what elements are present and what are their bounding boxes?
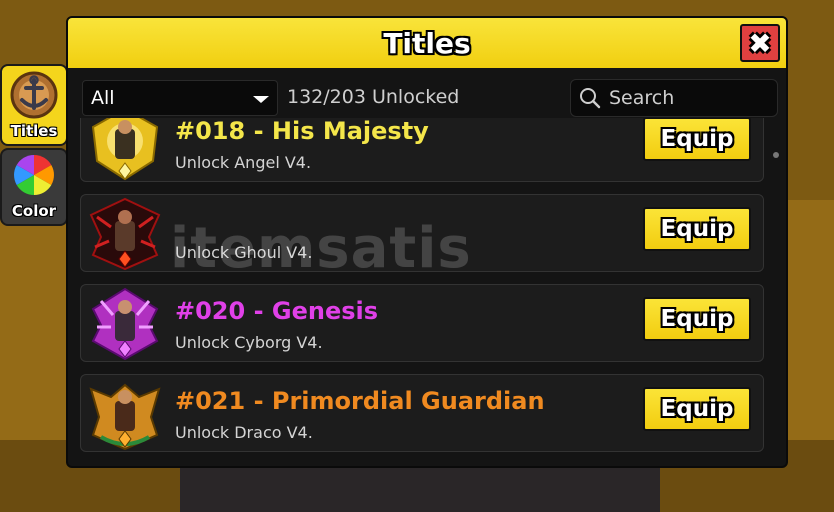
title-description: Unlock Draco V4. <box>175 423 313 442</box>
title-description: Unlock Ghoul V4. <box>175 243 313 262</box>
title-row: #021 - Primordial Guardian Unlock Draco … <box>80 374 764 452</box>
title-description: Unlock Angel V4. <box>175 153 312 172</box>
anchor-emblem-icon <box>10 71 58 119</box>
window-title: Titles <box>383 26 471 60</box>
search-placeholder: Search <box>609 87 675 109</box>
title-name: #021 - Primordial Guardian <box>175 387 545 415</box>
search-input[interactable]: Search <box>570 79 778 117</box>
titles-list[interactable]: #018 - His Majesty Unlock Angel V4. Equi… <box>80 118 766 458</box>
filter-value: All <box>91 87 115 109</box>
scrollbar[interactable] <box>773 152 779 158</box>
chevron-down-icon <box>253 96 269 103</box>
close-icon: ✖ <box>748 26 772 60</box>
equip-button[interactable]: Equip <box>643 118 751 161</box>
side-tab-label: Color <box>11 202 57 220</box>
filter-dropdown[interactable]: All <box>82 80 278 116</box>
side-tab-color[interactable]: Color <box>0 148 68 226</box>
close-button[interactable]: ✖ <box>740 24 780 62</box>
red-ghoul-emblem-icon <box>89 197 161 271</box>
equip-button[interactable]: Equip <box>643 207 751 251</box>
search-icon <box>580 88 601 109</box>
titles-window: Titles ✖ All 132/203 Unlocked Search #01… <box>66 16 788 468</box>
orange-draco-emblem-icon <box>89 383 161 451</box>
title-description: Unlock Cyborg V4. <box>175 333 323 352</box>
side-tab-label: Titles <box>10 122 58 140</box>
title-row: Unlock Ghoul V4. Equip <box>80 194 764 272</box>
side-tab-titles[interactable]: Titles <box>0 64 68 146</box>
title-name: #018 - His Majesty <box>175 118 429 145</box>
unlock-count: 132/203 Unlocked <box>287 86 460 108</box>
color-wheel-icon <box>14 155 54 195</box>
title-name: #020 - Genesis <box>175 297 379 325</box>
title-row: #020 - Genesis Unlock Cyborg V4. Equip <box>80 284 764 362</box>
window-titlebar: Titles ✖ <box>68 18 786 68</box>
gold-angel-emblem-icon <box>91 118 159 181</box>
title-row: #018 - His Majesty Unlock Angel V4. Equi… <box>80 118 764 182</box>
equip-button[interactable]: Equip <box>643 387 751 431</box>
equip-button[interactable]: Equip <box>643 297 751 341</box>
purple-cyborg-emblem-icon <box>91 287 159 361</box>
